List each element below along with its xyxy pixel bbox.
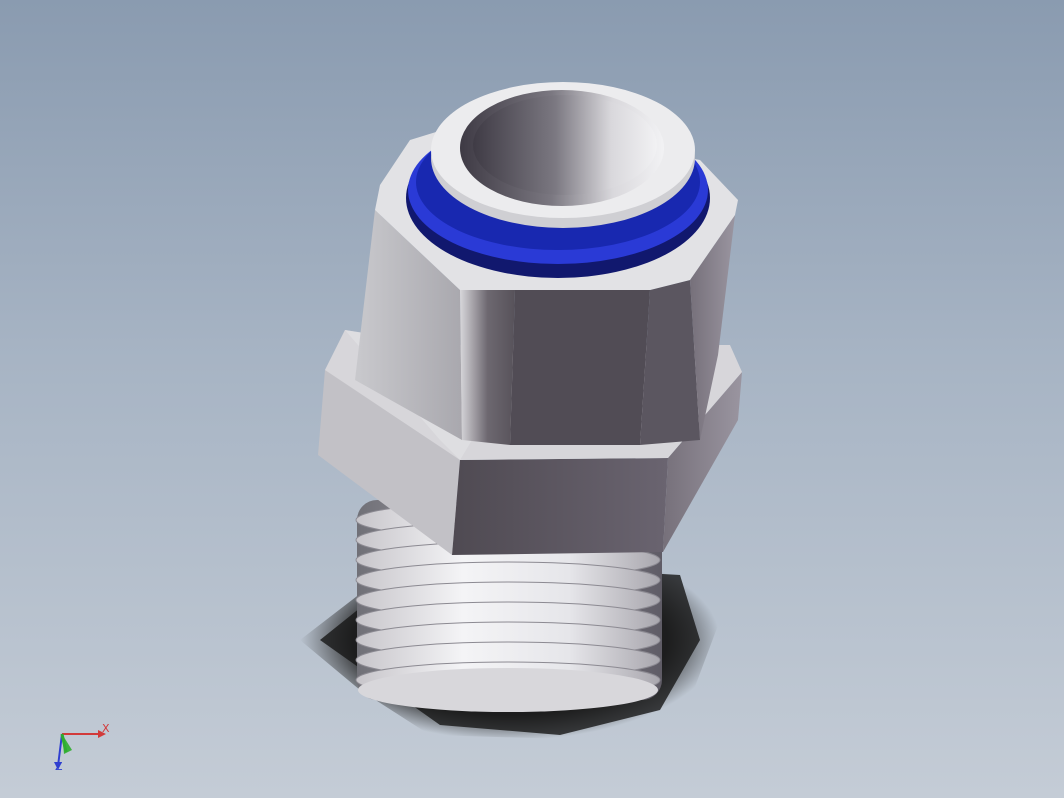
triad-x-label: X [102, 722, 110, 735]
top-collar [431, 82, 695, 228]
graphics-viewport[interactable]: X Z [0, 0, 1064, 798]
triad-y-plane [62, 734, 72, 754]
fitting-model[interactable] [0, 0, 1064, 798]
triad-z-label: Z [55, 760, 63, 773]
